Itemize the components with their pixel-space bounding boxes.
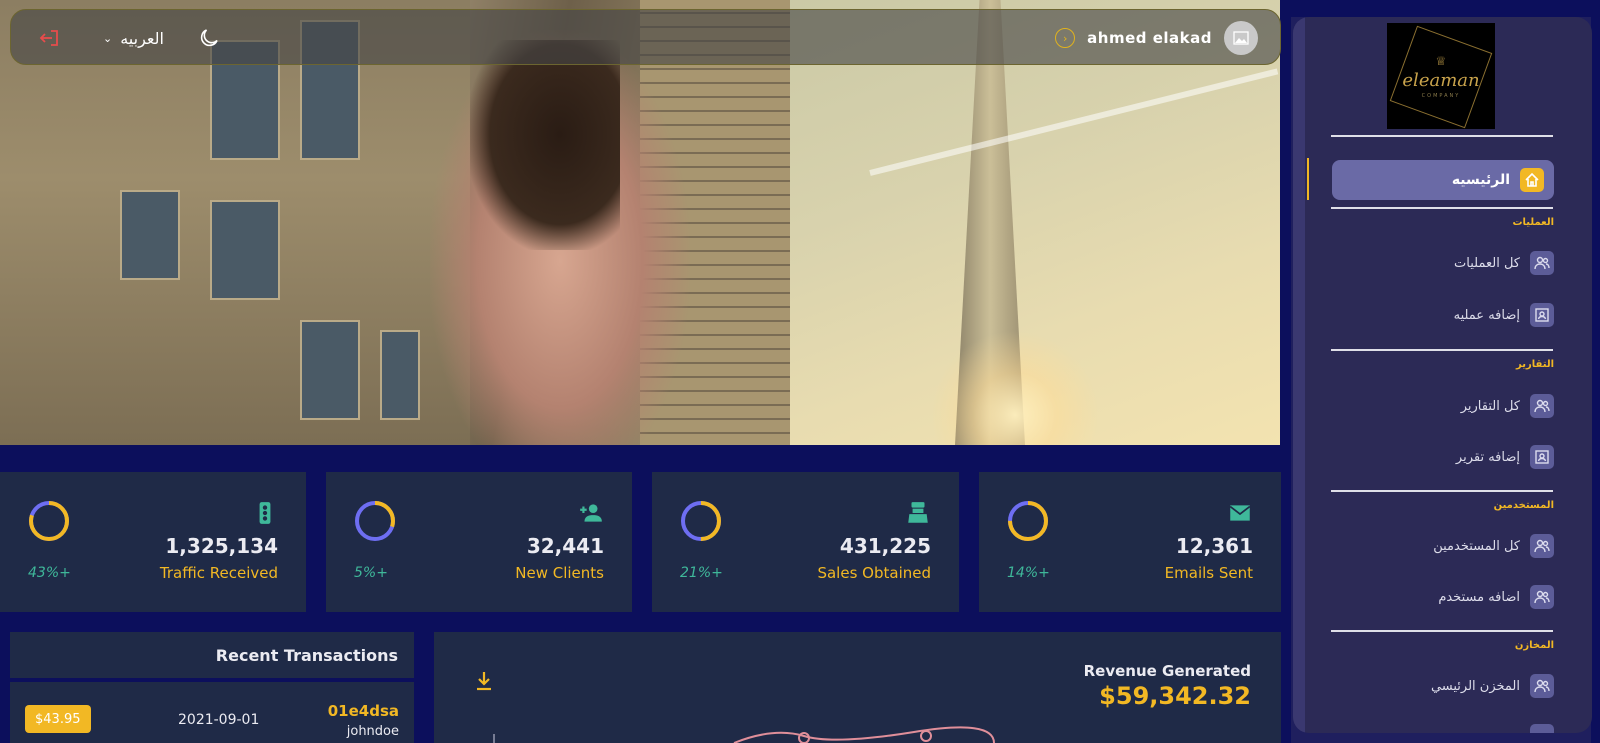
hero-sun-glare xyxy=(930,330,1100,445)
stat-value: 431,225 xyxy=(839,534,931,558)
people-icon xyxy=(1530,251,1554,275)
stat-label: Traffic Received xyxy=(159,564,278,582)
transaction-date: 2021-09-01 xyxy=(178,712,260,728)
stat-label: Sales Obtained xyxy=(817,564,931,582)
people-icon xyxy=(1530,724,1554,733)
stat-label: Emails Sent xyxy=(1164,564,1253,582)
divider xyxy=(1331,630,1553,632)
progress-ring xyxy=(355,501,395,541)
chevron-right-icon[interactable]: › xyxy=(1055,28,1076,48)
sidebar-scrollbar[interactable] xyxy=(1293,17,1305,733)
sidebar-item-label: الرئيسيه xyxy=(1451,172,1510,188)
contact-card-icon xyxy=(1530,303,1554,327)
sidebar: ♕ eleaman COMPANY الرئيسيه العمليات كل ا… xyxy=(1293,17,1592,733)
divider xyxy=(1331,135,1553,137)
panel-title: Recent Transactions xyxy=(10,632,414,682)
section-title-operations: العمليات xyxy=(1512,217,1555,228)
sidebar-item-label: كل العمليات xyxy=(1454,255,1520,271)
divider xyxy=(1331,490,1553,492)
sidebar-item-add-operation[interactable]: إضافه عمليه xyxy=(1454,302,1554,328)
user-name: ahmed elakad xyxy=(1087,29,1212,47)
active-indicator xyxy=(1307,158,1309,200)
transaction-amount[interactable]: $43.95 xyxy=(25,705,91,733)
stat-card-clients: 32,441 New Clients 5%+ xyxy=(326,472,632,612)
email-icon xyxy=(1227,500,1253,526)
download-icon[interactable] xyxy=(474,670,494,692)
stat-card-sales: 431,225 Sales Obtained 21%+ xyxy=(652,472,959,612)
dark-mode-icon[interactable] xyxy=(197,26,221,50)
progress-ring xyxy=(681,501,721,541)
section-title-reports: التقارير xyxy=(1516,359,1554,370)
language-label: العربيه xyxy=(120,28,164,48)
stat-value: 1,325,134 xyxy=(165,534,278,558)
people-icon xyxy=(1530,394,1554,418)
divider xyxy=(1331,349,1553,351)
sidebar-item-home[interactable]: الرئيسيه xyxy=(1332,160,1554,200)
progress-ring xyxy=(1008,501,1048,541)
stat-change: 43%+ xyxy=(28,565,71,581)
revenue-title: Revenue Generated xyxy=(1083,662,1251,680)
people-icon xyxy=(1530,534,1554,558)
stat-value: 12,361 xyxy=(1175,534,1253,558)
section-title-warehouses: المخازن xyxy=(1514,640,1554,651)
stat-change: 5%+ xyxy=(354,565,388,581)
user-profile[interactable]: › ahmed elakad xyxy=(1055,19,1258,57)
sidebar-item-all-operations[interactable]: كل العمليات xyxy=(1454,250,1554,276)
hero-building-left xyxy=(0,0,470,445)
hero-video xyxy=(0,0,1280,445)
chart-series-line xyxy=(733,726,995,743)
sidebar-item-main-warehouse[interactable]: المخزن الرئيسي xyxy=(1431,673,1554,699)
stat-card-emails: 12,361 Emails Sent 14%+ xyxy=(979,472,1281,612)
avatar[interactable] xyxy=(1224,21,1258,55)
top-bar: ⌄ العربيه › ahmed elakad xyxy=(10,9,1281,65)
traffic-icon xyxy=(252,500,278,526)
company-logo: ♕ eleaman COMPANY xyxy=(1387,23,1495,129)
stat-value: 32,441 xyxy=(526,534,604,558)
people-icon xyxy=(1530,674,1554,698)
point-of-sale-icon xyxy=(905,500,931,526)
stat-card-traffic: 1,325,134 Traffic Received 43%+ xyxy=(0,472,306,612)
sidebar-item-label: المخزن الرئيسي xyxy=(1430,678,1520,694)
section-title-users: المستخدمين xyxy=(1493,500,1554,511)
divider xyxy=(1331,207,1553,209)
revenue-amount: $59,342.32 xyxy=(1099,682,1251,710)
hero-person-hair xyxy=(470,40,620,250)
chevron-down-icon: ⌄ xyxy=(103,31,113,45)
sidebar-item-add-user[interactable]: اضافه مستخدم xyxy=(1438,584,1554,610)
logout-icon[interactable] xyxy=(37,26,61,50)
sidebar-item-label: كل التقارير xyxy=(1460,398,1520,414)
table-row: $43.95 2021-09-01 01e4dsa johndoe xyxy=(10,682,414,739)
progress-ring xyxy=(29,501,69,541)
stat-change: 21%+ xyxy=(680,565,723,581)
stat-change: 14%+ xyxy=(1007,565,1050,581)
sidebar-item-label: إضافه تقرير xyxy=(1455,449,1520,465)
transaction-user: johndoe xyxy=(346,724,399,739)
recent-transactions-panel: Recent Transactions $43.95 2021-09-01 01… xyxy=(10,632,414,743)
person-add-icon xyxy=(578,500,604,526)
stat-label: New Clients xyxy=(515,564,604,582)
sidebar-item-label: اضافه مستخدم xyxy=(1438,589,1520,605)
chart-point xyxy=(920,730,932,742)
transaction-id: 01e4dsa xyxy=(327,702,399,720)
sidebar-item-all-reports[interactable]: كل التقارير xyxy=(1461,393,1554,419)
contact-card-icon xyxy=(1530,445,1554,469)
language-select[interactable]: ⌄ العربيه xyxy=(103,24,164,52)
sidebar-item-add-report[interactable]: إضافه تقرير xyxy=(1456,444,1554,470)
home-icon xyxy=(1520,168,1544,192)
revenue-panel: Revenue Generated $59,342.32 xyxy=(434,632,1281,743)
sidebar-item-label: إضافه عمليه xyxy=(1453,307,1520,323)
sidebar-item-next[interactable] xyxy=(1530,723,1554,733)
chart-point xyxy=(798,732,810,743)
sidebar-item-all-users[interactable]: كل المستخدمين xyxy=(1433,533,1554,559)
sidebar-item-label: كل المستخدمين xyxy=(1433,538,1520,554)
people-icon xyxy=(1530,585,1554,609)
